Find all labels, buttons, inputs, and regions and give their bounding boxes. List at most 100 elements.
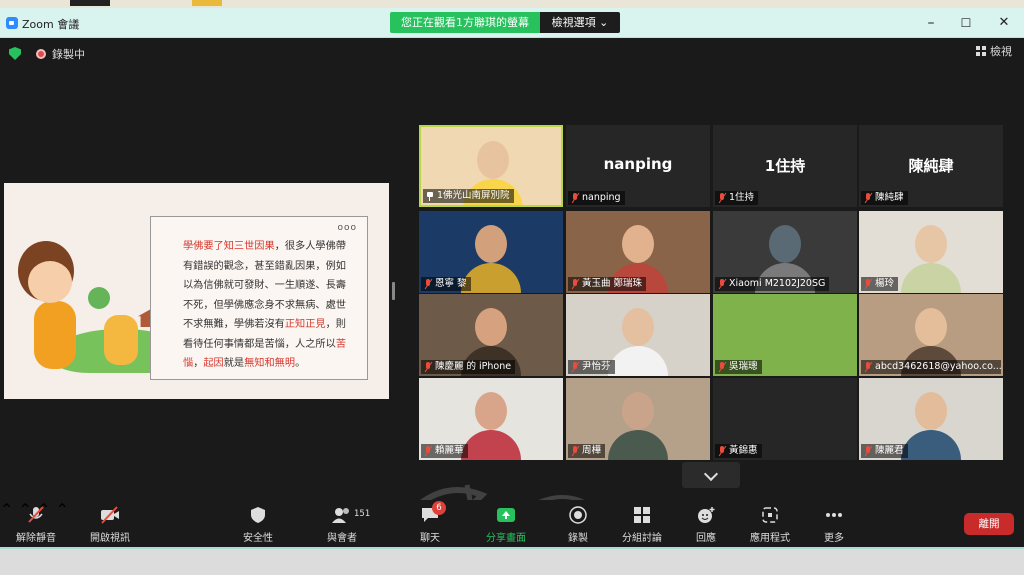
view-button[interactable]: 檢視	[976, 43, 1012, 59]
split-view-handle[interactable]	[392, 282, 395, 300]
participant-name-label: 1佛光山南屏別院	[423, 189, 514, 203]
slide-line: 惱，起因就是無知和無明。	[183, 354, 357, 374]
grid-view-icon	[976, 46, 986, 56]
muted-mic-icon	[571, 362, 579, 372]
chat-label: 聊天	[420, 533, 440, 544]
participant-name: 尹怡芬	[582, 361, 611, 372]
start-video-button[interactable]: 開啟視訊	[80, 506, 140, 544]
reactions-label: 回應	[696, 533, 716, 544]
participant-name-label: 恩寧 黎	[421, 277, 471, 291]
security-label: 安全性	[243, 533, 273, 544]
unmute-button[interactable]: 解除靜音	[6, 506, 66, 544]
muted-mic-icon	[864, 446, 872, 456]
participant-name: 1佛光山南屏別院	[437, 190, 510, 201]
video-off-icon	[100, 506, 120, 524]
participant-tile[interactable]: 周樺	[566, 378, 710, 460]
chat-bubble-icon: 6	[420, 501, 446, 524]
next-page-chevron-icon[interactable]	[682, 462, 740, 488]
breakout-rooms-icon	[632, 506, 652, 524]
close-button[interactable]: ✕	[995, 14, 1013, 32]
slide-highlight-text: 惱	[183, 358, 194, 369]
slide-line: 有錯誤的觀念，甚至錯亂因果，例如	[183, 257, 357, 277]
participant-face	[622, 308, 654, 346]
minimize-button[interactable]: –	[922, 14, 940, 32]
participant-name-label: abcd3462618@yahoo.co...	[861, 360, 1001, 374]
participant-name: Xiaomi M2102J20SG	[729, 278, 826, 289]
participant-tile[interactable]: 吳瑞璁	[713, 294, 857, 376]
share-screen-label: 分享畫面	[486, 533, 526, 544]
participant-body	[461, 430, 521, 460]
reactions-smiley-icon	[696, 506, 716, 524]
view-options-button[interactable]: 檢視選項 ⌄	[540, 12, 620, 33]
reactions-button[interactable]: 回應	[676, 506, 736, 544]
participant-tile[interactable]: Xiaomi M2102J20SG	[713, 211, 857, 293]
small-monk-illustration	[104, 315, 138, 365]
participants-label: 與會者	[327, 533, 357, 544]
participant-tile[interactable]: 賴麗華	[419, 378, 563, 460]
participant-name: 恩寧 黎	[435, 278, 467, 289]
leave-meeting-button[interactable]: 離開	[964, 513, 1014, 535]
muted-mic-icon	[864, 279, 872, 289]
security-button[interactable]: 安全性	[228, 506, 288, 544]
participant-tile[interactable]: 陳麗君	[859, 378, 1003, 460]
recording-icon	[36, 49, 46, 59]
active-speaker-tile[interactable]: 1佛光山南屏別院	[419, 125, 563, 207]
participant-face	[915, 225, 947, 263]
participants-button[interactable]: 151 與會者	[312, 506, 372, 544]
participant-display-name: nanping	[603, 155, 673, 173]
participant-name-label: 楊玲	[861, 277, 899, 291]
apps-button[interactable]: 應用程式	[740, 506, 800, 544]
participant-face	[622, 225, 654, 263]
slide-text-box: ooo 學佛要了知三世因果，很多人學佛帶 有錯誤的觀念，甚至錯亂因果，例如 以為信佛…	[150, 216, 368, 380]
more-button[interactable]: 更多	[804, 506, 864, 544]
participant-tile[interactable]: 陳純肆 陳純肆	[859, 125, 1003, 207]
participant-name: 賴麗華	[435, 445, 464, 456]
slide-text: 不求無難，學佛若沒有	[183, 319, 285, 330]
recording-status[interactable]: 錄製中	[52, 46, 85, 62]
slide-text: ，很多人學佛帶	[274, 241, 346, 252]
participant-body	[901, 430, 961, 460]
share-screen-button[interactable]: 分享畫面	[476, 506, 536, 544]
participant-name: 楊玲	[875, 278, 895, 289]
participant-body	[901, 263, 961, 293]
slide-highlight-text: 起因	[203, 358, 224, 369]
desktop-background-top	[0, 0, 1024, 8]
participant-name-label: 陳麗君	[861, 444, 908, 458]
maximize-button[interactable]: ☐	[957, 14, 975, 32]
participant-name-label: 吳瑞璁	[715, 360, 762, 374]
participant-tile[interactable]: 尹怡芬	[566, 294, 710, 376]
chat-button[interactable]: 6 聊天	[400, 501, 460, 544]
participant-display-name: 1住持	[764, 157, 806, 175]
monk-robe-illustration	[34, 301, 76, 369]
breakout-rooms-label: 分組討論	[622, 533, 662, 544]
participant-face	[915, 392, 947, 430]
participant-tile[interactable]: 黃錦惠	[713, 378, 857, 460]
pin-icon	[426, 191, 434, 201]
view-button-label: 檢視	[990, 45, 1012, 58]
participant-name: 陳純肆	[875, 192, 904, 203]
participant-tile[interactable]: 黃玉曲 鄭瑞珠	[566, 211, 710, 293]
muted-mic-icon	[424, 362, 432, 372]
muted-mic-icon	[571, 193, 579, 203]
participant-name-label: 陳慶麗 的 iPhone	[421, 360, 516, 374]
participant-name-label: 尹怡芬	[568, 360, 615, 374]
participant-tile[interactable]: 楊玲	[859, 211, 1003, 293]
participant-name-label: 黃錦惠	[715, 444, 762, 458]
participant-tile[interactable]: abcd3462618@yahoo.co...	[859, 294, 1003, 376]
participant-tile[interactable]: 1住持 1住持	[713, 125, 857, 207]
slide-highlight-text: 正知正見	[284, 319, 326, 330]
breakout-rooms-button[interactable]: 分組討論	[612, 506, 672, 544]
participant-tile[interactable]: 恩寧 黎	[419, 211, 563, 293]
slide-text: 就是	[223, 358, 245, 369]
record-button[interactable]: 錄製	[548, 506, 608, 544]
share-screen-icon	[496, 506, 516, 524]
monk-face-illustration	[28, 261, 72, 303]
slide-highlight-text: 學佛要了知三世因果	[183, 241, 275, 252]
participant-name: 黃錦惠	[729, 445, 758, 456]
participant-tile[interactable]: nanping nanping	[566, 125, 710, 207]
record-label: 錄製	[568, 533, 588, 544]
slide-text: 。	[295, 358, 306, 369]
participant-tile[interactable]: 陳慶麗 的 iPhone	[419, 294, 563, 376]
participant-name: 吳瑞璁	[729, 361, 758, 372]
encryption-shield-icon[interactable]	[9, 47, 21, 60]
